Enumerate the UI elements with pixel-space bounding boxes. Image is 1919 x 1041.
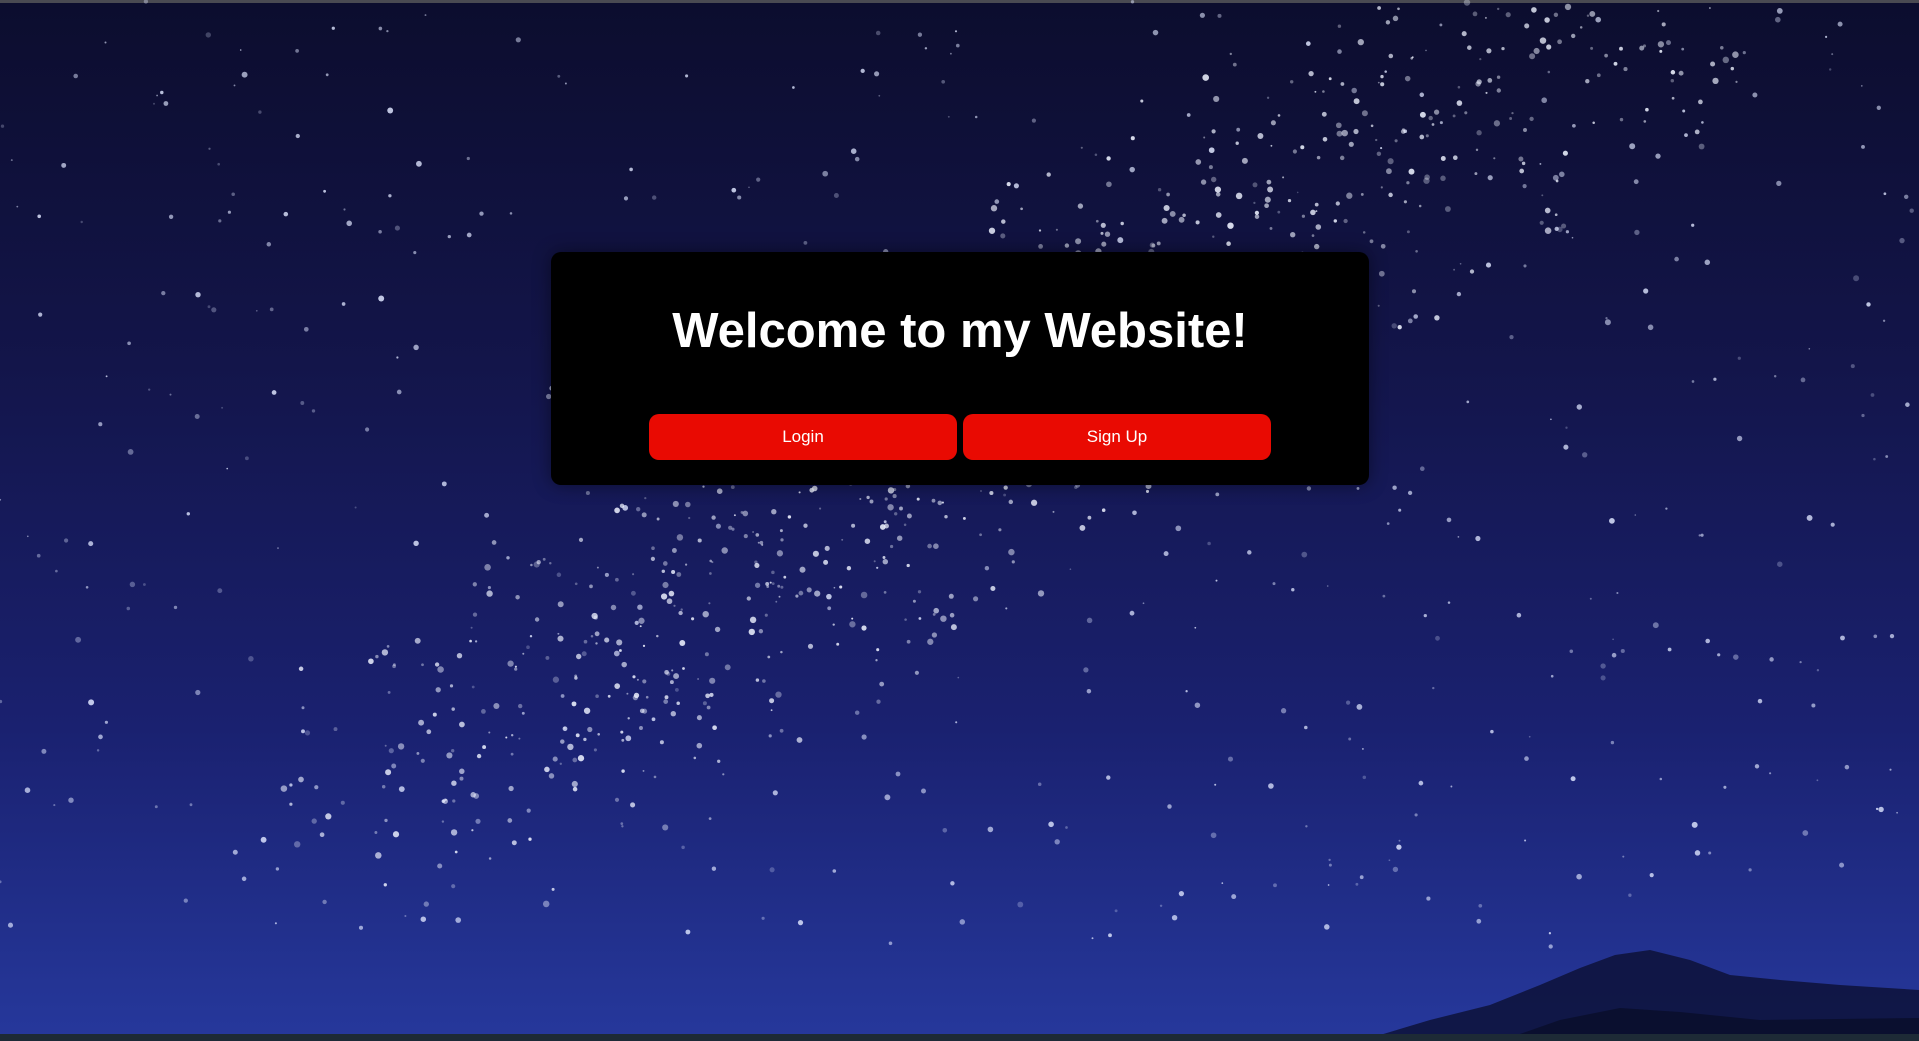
welcome-title: Welcome to my Website! (672, 304, 1248, 358)
window-bottom-edge (0, 1034, 1919, 1041)
sign-up-button[interactable]: Sign Up (963, 414, 1271, 460)
mountain-silhouette (1360, 950, 1919, 1041)
welcome-card: Welcome to my Website! Login Sign Up (551, 252, 1369, 485)
login-button[interactable]: Login (649, 414, 957, 460)
page: Welcome to my Website! Login Sign Up (0, 0, 1919, 1041)
